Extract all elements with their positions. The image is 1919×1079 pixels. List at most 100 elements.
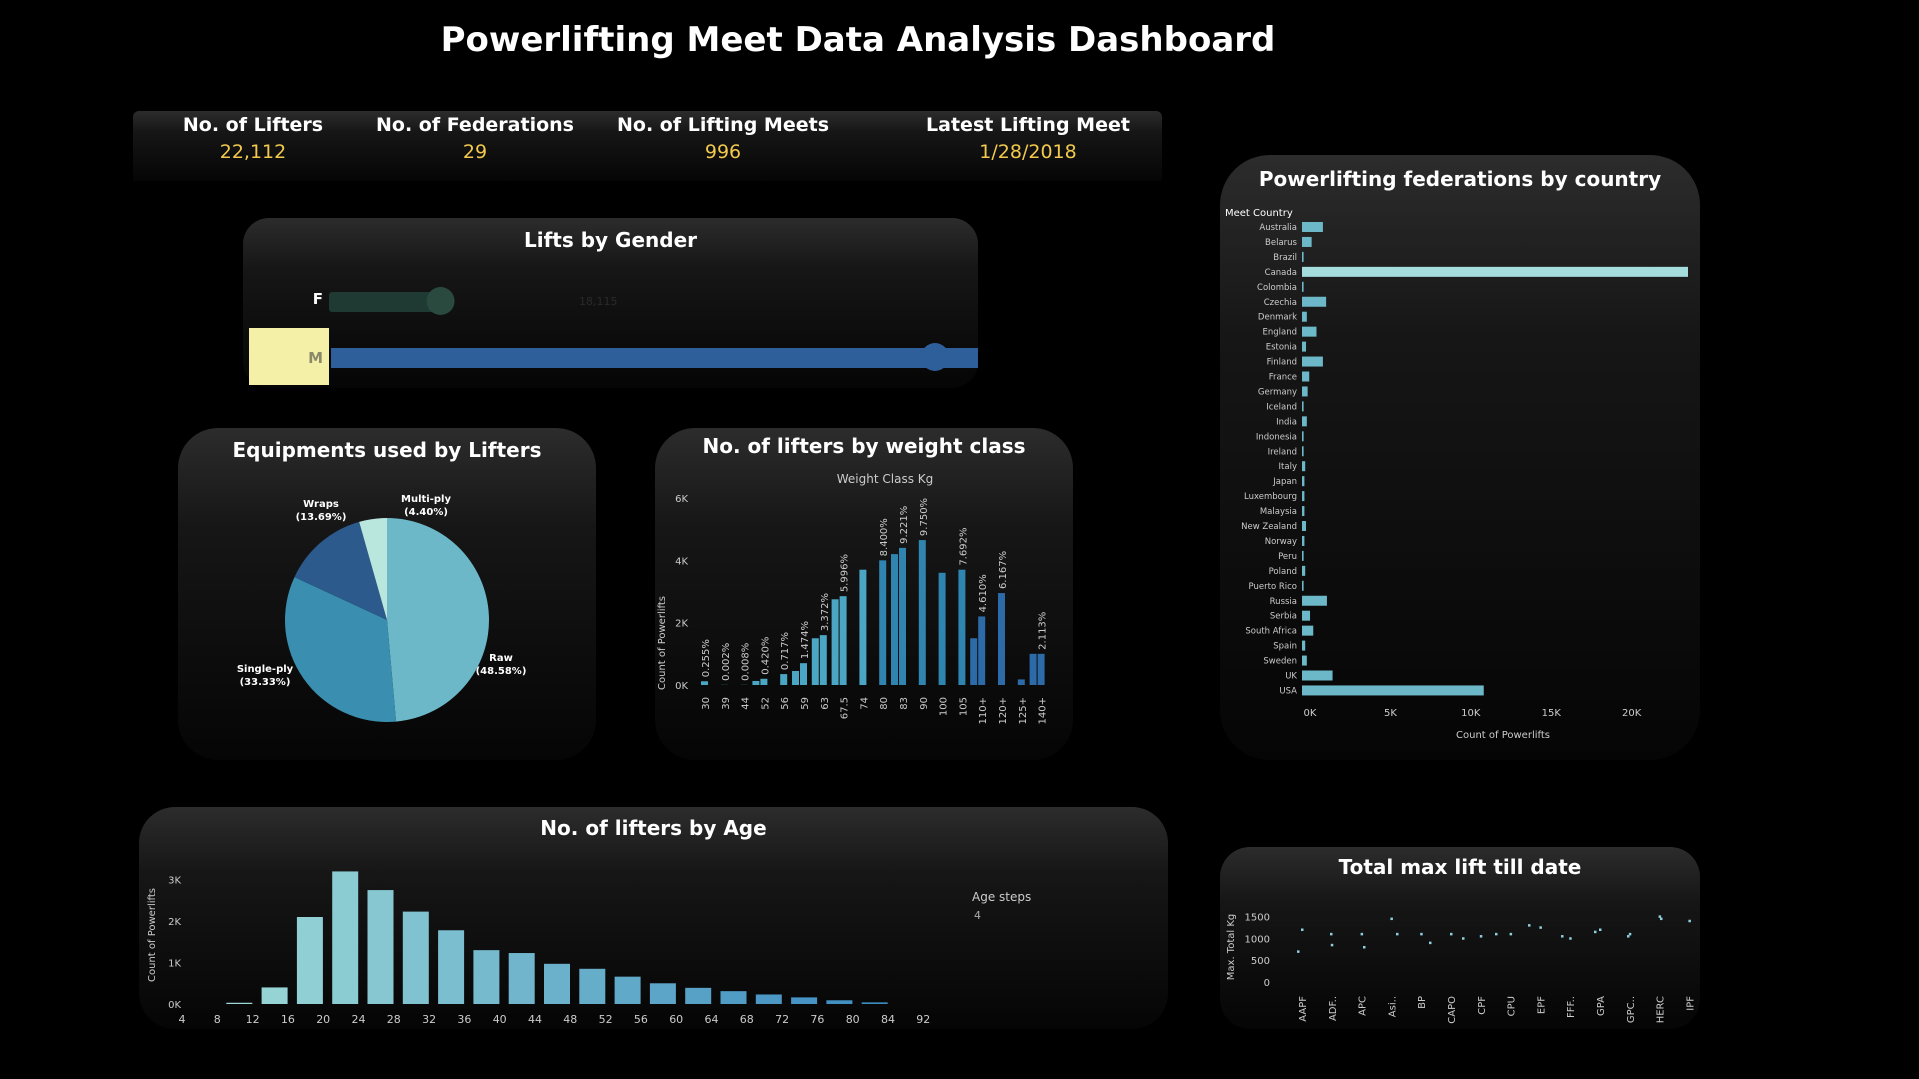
country-label: Australia	[1259, 223, 1297, 233]
age-x-tick: 48	[563, 1013, 577, 1026]
weight-bar	[760, 678, 768, 685]
weight-data-label: 2.113%	[1038, 612, 1049, 650]
total-x-tick: FFF..	[1566, 996, 1577, 1018]
weight-bar	[938, 572, 946, 685]
age-bar	[579, 968, 606, 1004]
country-header: Meet Country	[1225, 208, 1293, 219]
total-point	[1495, 932, 1498, 936]
country-label: Puerto Rico	[1249, 582, 1297, 592]
weight-data-label: 8.400%	[879, 518, 890, 556]
pie-label-percent: (33.33%)	[240, 677, 291, 688]
gender-m-label: M	[308, 349, 323, 367]
country-x-tick: 20K	[1622, 708, 1642, 719]
country-label: Sweden	[1263, 657, 1297, 667]
age-bar	[720, 991, 747, 1004]
total-point	[1363, 946, 1366, 949]
total-point	[1301, 928, 1304, 931]
gender-f-bar	[329, 292, 441, 312]
weight-bar	[701, 681, 708, 685]
weight-bar-secondary	[752, 680, 760, 685]
age-bar	[508, 953, 535, 1004]
weight-bar-secondary	[811, 638, 819, 685]
age-x-tick: 32	[422, 1013, 436, 1026]
country-bar	[1302, 685, 1484, 696]
weight-y-tick: 2K	[675, 619, 688, 630]
total-x-tick: AAPF	[1298, 996, 1309, 1022]
country-bar	[1302, 222, 1323, 232]
weight-y-tick: 0K	[675, 681, 688, 692]
country-chart: Meet Country Count of Powerlifts Austral…	[1225, 208, 1688, 741]
total-point	[1594, 930, 1597, 934]
country-bar	[1302, 371, 1310, 382]
total-x-tick: ADF..	[1328, 996, 1339, 1021]
country-card: Powerlifting federations by country Meet…	[1220, 155, 1700, 760]
age-x-tick: 12	[246, 1013, 260, 1026]
age-y-tick: 2K	[168, 917, 181, 928]
country-label: South Africa	[1245, 627, 1297, 637]
kpi-federations: No. of Federations 29	[355, 113, 595, 167]
age-x-tick: 68	[740, 1013, 754, 1026]
total-x-tick: CAPO	[1447, 996, 1458, 1024]
age-x-tick: 28	[387, 1013, 401, 1026]
total-y-tick: 500	[1251, 956, 1270, 967]
weight-x-tick: 44	[741, 697, 752, 710]
total-x-tick: Asi..	[1387, 996, 1398, 1017]
pie-label-name: Wraps	[303, 499, 339, 510]
weight-bar-secondary	[970, 638, 978, 685]
country-label: Finland	[1267, 358, 1297, 368]
age-y-tick: 1K	[168, 959, 181, 970]
country-bar	[1302, 281, 1304, 292]
weight-x-tick: 56	[780, 697, 791, 710]
country-bar	[1302, 655, 1307, 666]
weight-data-label: 0.255%	[701, 639, 712, 677]
total-point	[1528, 924, 1531, 927]
country-bar	[1302, 341, 1307, 352]
age-bar	[261, 987, 288, 1004]
weight-x-tick: 67.5	[840, 697, 851, 719]
total-point	[1330, 943, 1334, 947]
age-param-label: Age steps	[972, 890, 1031, 904]
country-label: England	[1262, 328, 1297, 338]
total-x-tick: GPC..	[1626, 996, 1637, 1023]
kpi-label: No. of Lifters	[182, 114, 324, 136]
dashboard-title: Powerlifting Meet Data Analysis Dashboar…	[440, 20, 1276, 60]
total-point	[1390, 917, 1393, 921]
age-x-tick: 8	[214, 1013, 221, 1026]
kpi-value: 996	[704, 141, 742, 163]
total-point	[1509, 932, 1513, 936]
total-point	[1658, 915, 1662, 918]
weight-x-tick: 140+	[1038, 697, 1049, 724]
pie-label-name: Raw	[489, 653, 513, 664]
country-bar	[1302, 356, 1323, 367]
age-bar	[367, 890, 394, 1004]
age-bar	[296, 917, 323, 1004]
age-bar	[685, 987, 712, 1004]
age-x-tick: 92	[916, 1013, 930, 1026]
age-bar	[226, 1002, 253, 1004]
country-label: Iceland	[1266, 402, 1297, 412]
weight-data-label: 0.008%	[741, 643, 752, 681]
age-y-label: Count of Powerlifts	[147, 888, 158, 982]
kpi-value: 1/28/2018	[979, 141, 1077, 163]
weight-x-tick: 63	[820, 697, 831, 710]
age-param-value: 4	[974, 909, 981, 922]
total-x-tick: APC	[1358, 996, 1369, 1016]
weight-bar	[998, 593, 1005, 685]
country-label: Spain	[1273, 642, 1297, 652]
gender-f-value-label: 18,115	[579, 295, 618, 308]
weight-data-label: 1.474%	[800, 621, 811, 659]
pie-label-percent: (13.69%)	[296, 512, 347, 523]
country-bar	[1302, 521, 1307, 531]
country-label: India	[1276, 417, 1297, 427]
country-label: Czechia	[1264, 298, 1297, 308]
weight-x-tick: 125+	[1018, 697, 1029, 724]
total-x-tick: CPU	[1507, 996, 1518, 1016]
weight-x-tick: 30	[701, 697, 712, 710]
age-x-tick: 72	[775, 1013, 789, 1026]
weight-data-label: 9.750%	[919, 498, 930, 536]
weight-bar	[918, 540, 926, 685]
equipment-card: Equipments used by Lifters Raw (48.58%) Si…	[178, 428, 596, 760]
total-point	[1569, 937, 1572, 940]
country-bar	[1302, 326, 1317, 337]
country-bar	[1302, 386, 1308, 397]
